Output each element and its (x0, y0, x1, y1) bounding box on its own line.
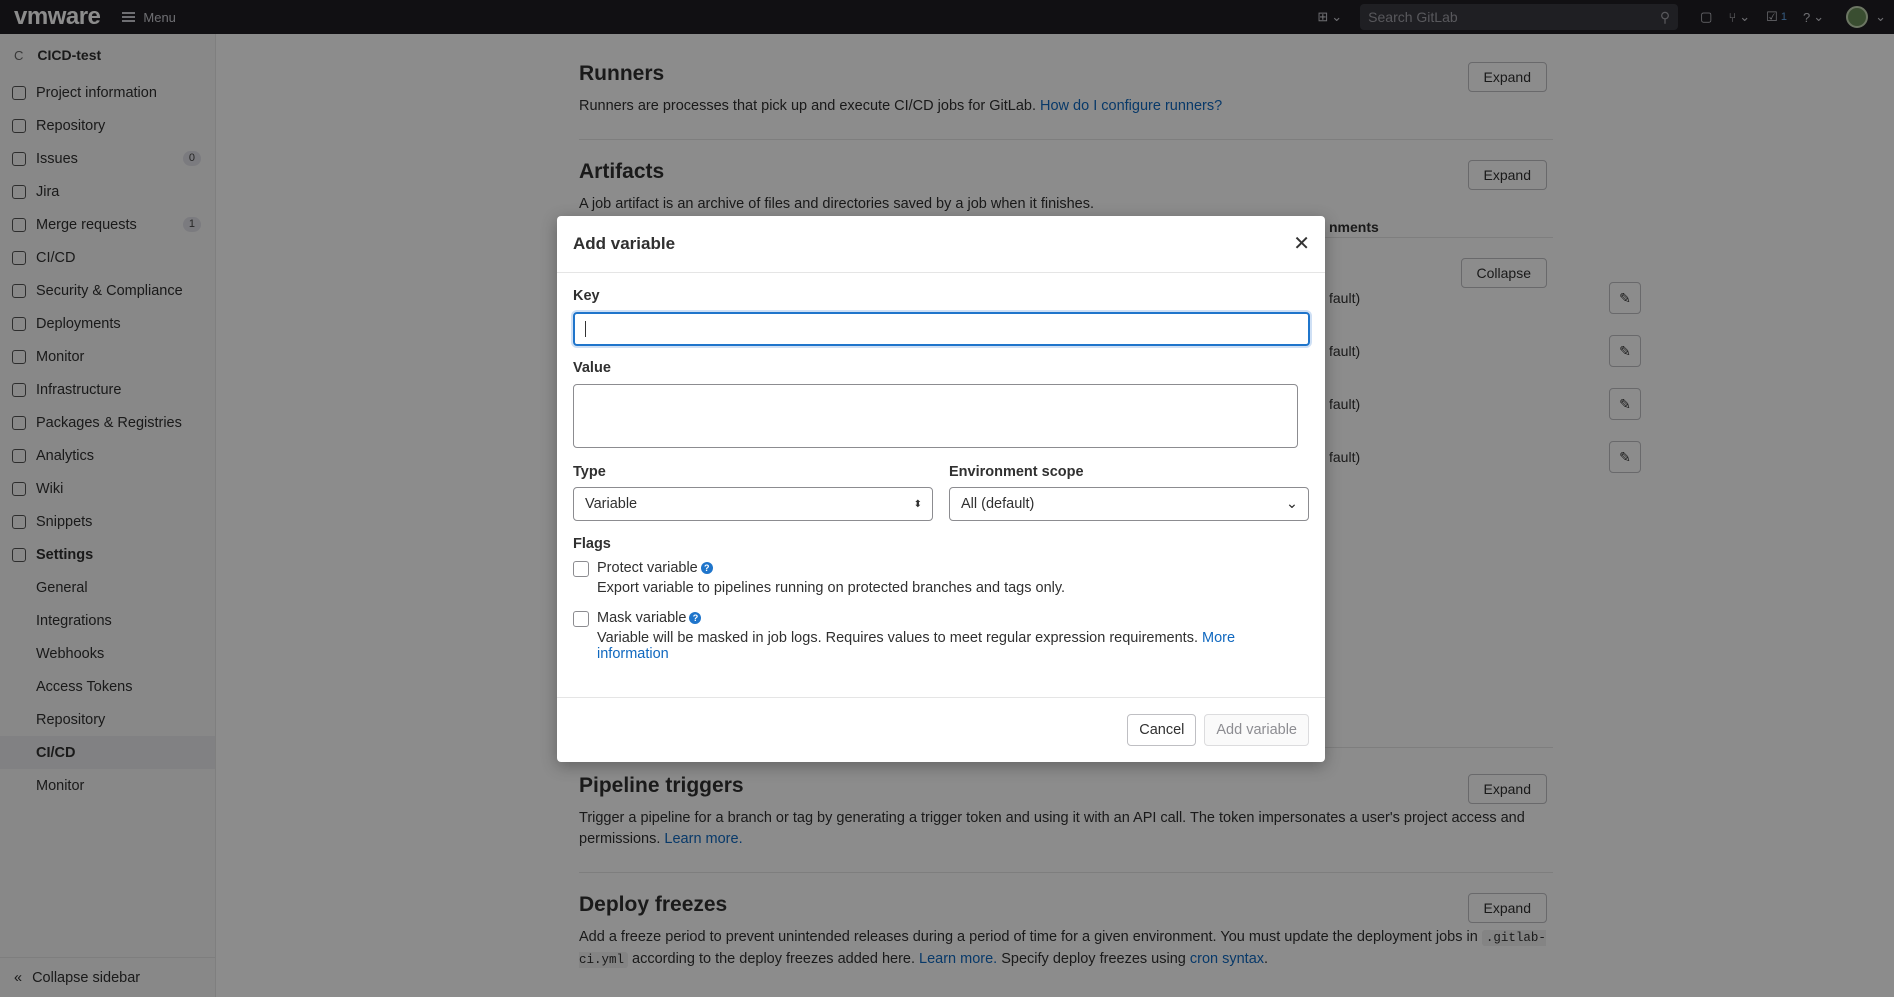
environment-scope-dropdown[interactable]: All (default) ⌄ (949, 487, 1309, 521)
text-caret (585, 321, 586, 337)
cancel-button[interactable]: Cancel (1127, 714, 1197, 746)
type-select[interactable]: Variable ⬍ (573, 487, 933, 521)
mask-variable-desc: Variable will be masked in job logs. Req… (597, 630, 1236, 662)
question-icon[interactable]: ? (689, 612, 702, 625)
question-icon[interactable]: ? (700, 562, 713, 575)
protect-variable-label[interactable]: Protect variable (597, 560, 698, 576)
value-textarea[interactable] (573, 384, 1298, 448)
type-value: Variable (585, 496, 638, 512)
value-label: Value (573, 360, 611, 376)
environment-scope-label: Environment scope (949, 464, 1084, 480)
flags-label: Flags (573, 536, 611, 552)
modal-title: Add variable (573, 234, 676, 253)
chevron-down-icon: ⌄ (1285, 496, 1298, 512)
protect-variable-desc: Export variable to pipelines running on … (597, 580, 1066, 596)
protect-variable-checkbox[interactable] (573, 561, 589, 577)
key-label: Key (573, 288, 600, 304)
modal-header: Add variable ✕ (557, 216, 1325, 273)
select-arrows-icon: ⬍ (913, 498, 922, 510)
type-label: Type (573, 464, 606, 480)
mask-variable-checkbox[interactable] (573, 611, 589, 627)
close-icon[interactable]: ✕ (1293, 234, 1310, 254)
environment-scope-value: All (default) (961, 496, 1035, 512)
mask-variable-flag: Mask variable? Variable will be masked i… (573, 610, 1309, 662)
add-variable-button[interactable]: Add variable (1204, 714, 1309, 746)
mask-variable-label[interactable]: Mask variable (597, 610, 686, 626)
protect-variable-flag: Protect variable? Export variable to pip… (573, 560, 1309, 596)
key-input[interactable] (573, 312, 1310, 346)
add-variable-modal: Add variable ✕ Key Value Type Variable ⬍… (557, 216, 1325, 762)
modal-footer: Cancel Add variable (557, 697, 1325, 762)
